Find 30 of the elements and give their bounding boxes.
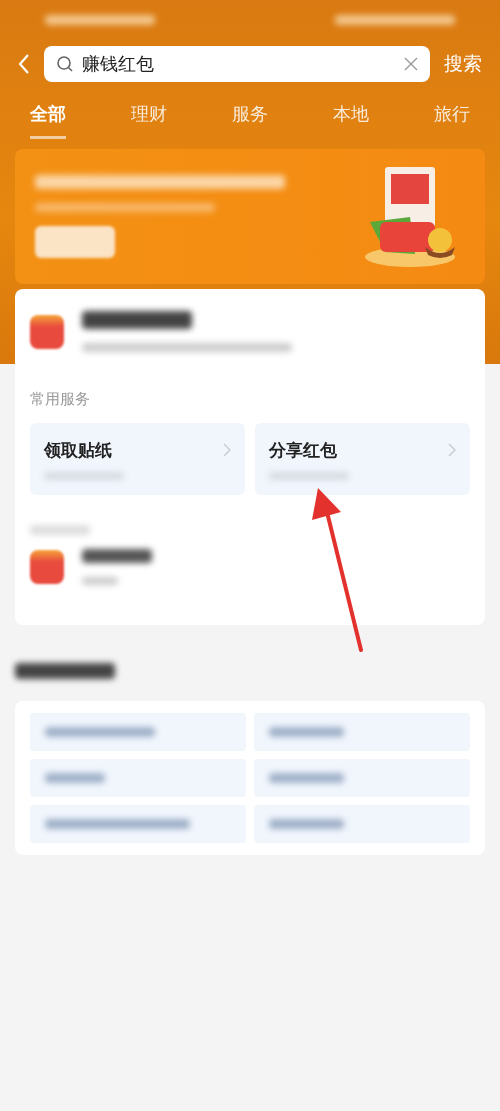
- hot-search-item[interactable]: [254, 713, 470, 751]
- hot-search-item[interactable]: [30, 805, 246, 843]
- banner-action-button[interactable]: [35, 226, 115, 258]
- search-icon: [56, 55, 74, 73]
- hot-search-item[interactable]: [254, 805, 470, 843]
- search-field[interactable]: 赚钱红包: [44, 46, 430, 82]
- category-tab[interactable]: 本地: [333, 102, 369, 139]
- blurred-app-name: [82, 549, 152, 563]
- blurred-app-type: [82, 577, 118, 585]
- chevron-right-icon: [223, 443, 231, 457]
- section-heading: 常用服务: [30, 390, 91, 409]
- service-card[interactable]: 领取贴纸: [30, 423, 245, 495]
- category-tab[interactable]: 旅行: [434, 102, 470, 139]
- category-tab[interactable]: 服务: [232, 102, 268, 139]
- app-icon: [30, 550, 64, 584]
- back-icon: [18, 53, 30, 75]
- hot-search-item[interactable]: [254, 759, 470, 797]
- chevron-right-icon: [448, 443, 456, 457]
- blurred-search-term: [45, 773, 105, 783]
- promo-banner[interactable]: [15, 149, 485, 284]
- category-tab[interactable]: 理财: [131, 102, 167, 139]
- clear-icon[interactable]: [404, 57, 418, 71]
- search-button[interactable]: 搜索: [444, 51, 482, 77]
- hot-search-item[interactable]: [30, 713, 246, 751]
- category-tab[interactable]: 全部: [30, 102, 66, 139]
- app-icon: [30, 314, 64, 349]
- blurred-section-heading: [30, 525, 90, 535]
- hot-search-item[interactable]: [30, 759, 246, 797]
- service-card[interactable]: 分享红包: [255, 423, 470, 495]
- back-button[interactable]: [18, 53, 30, 75]
